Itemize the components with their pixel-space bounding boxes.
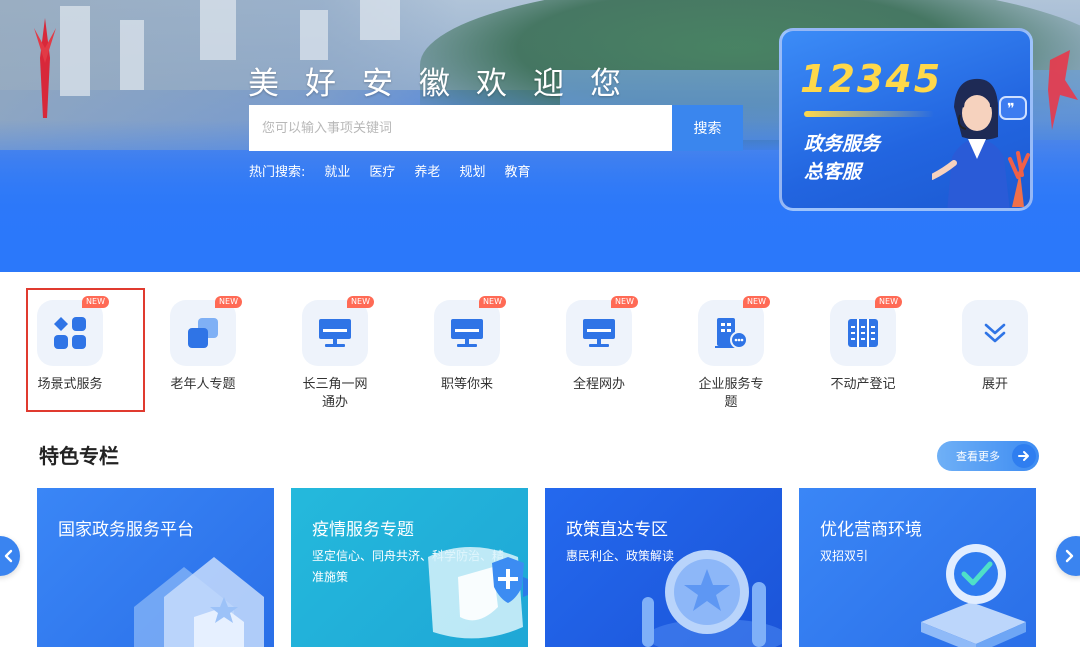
chevron-right-icon	[1065, 549, 1074, 563]
service-label: 企业服务专题	[685, 376, 777, 412]
card-national-platform[interactable]: 国家政务服务平台	[37, 488, 274, 647]
service-label-line1: 长三角一网	[302, 377, 368, 392]
hotline-number: 12345	[800, 57, 943, 101]
service-elderly[interactable]: NEW 老年人专题	[157, 296, 249, 394]
hero-building	[200, 0, 236, 60]
service-tile	[962, 300, 1028, 366]
new-badge: NEW	[743, 296, 770, 308]
service-label: 长三角一网 通办	[289, 376, 381, 412]
featured-section-title: 特色专栏	[39, 444, 119, 468]
search-input[interactable]	[249, 105, 672, 151]
new-badge: NEW	[347, 296, 374, 308]
view-more-button[interactable]: 查看更多	[937, 441, 1039, 471]
service-enterprise[interactable]: NEW 企业服务专题	[685, 296, 777, 412]
hot-keyword-elderly[interactable]: 养老	[414, 161, 440, 180]
service-label: 不动产登记	[830, 377, 896, 392]
service-label: 老年人专题	[170, 377, 236, 392]
service-tile: NEW	[830, 296, 902, 366]
hero-building	[360, 0, 400, 40]
hero-banner: 美好安徽欢迎您 搜索 热门搜索: 就业 医疗 养老 规划 教育 12345 政务…	[0, 0, 1080, 272]
hot-search-label: 热门搜索:	[249, 164, 306, 180]
service-label-line2: 题	[724, 395, 738, 410]
hotline-line1: 政务服务	[804, 133, 881, 155]
customer-service-agent-icon: ❞	[932, 78, 1030, 208]
carousel-prev-button[interactable]	[0, 536, 20, 576]
service-jobs[interactable]: NEW 职等你来	[421, 296, 513, 394]
service-tile: NEW	[170, 296, 242, 366]
monitor-icon	[451, 319, 483, 347]
search-bar: 搜索	[249, 105, 743, 151]
carousel-next-button[interactable]	[1056, 536, 1080, 576]
service-tile: NEW	[302, 296, 374, 366]
coin-star-illustration-icon	[642, 550, 782, 647]
new-badge: NEW	[875, 296, 902, 308]
service-label: 场景式服务	[37, 377, 103, 392]
building-chat-icon	[715, 318, 748, 349]
service-online[interactable]: NEW 全程网办	[553, 296, 645, 394]
new-badge: NEW	[479, 296, 506, 308]
badge-platform-illustration-icon	[921, 544, 1026, 647]
shield-mask-illustration-icon	[428, 547, 528, 639]
hot-keyword-education[interactable]: 教育	[504, 161, 530, 180]
hot-search: 热门搜索: 就业 医疗 养老 规划 教育	[249, 160, 549, 180]
card-policy[interactable]: 政策直达专区 惠民利企、政策解读	[545, 488, 782, 647]
service-tile: NEW	[37, 296, 109, 366]
new-badge: NEW	[611, 296, 638, 308]
service-tile: NEW	[434, 296, 506, 366]
hero-building	[300, 10, 328, 60]
arrow-right-icon	[1012, 444, 1036, 468]
hero-slogan: 美好安徽欢迎您	[248, 66, 647, 102]
red-sculpture-icon	[34, 18, 56, 118]
hot-keyword-medical[interactable]: 医疗	[369, 161, 395, 180]
double-chevron-down-icon	[984, 323, 1006, 343]
page: 美好安徽欢迎您 搜索 热门搜索: 就业 医疗 养老 规划 教育 12345 政务…	[0, 0, 1080, 647]
card-epidemic[interactable]: 疫情服务专题 坚定信心、同舟共济、科学防治、精准施策	[291, 488, 528, 647]
service-label: 全程网办	[572, 377, 625, 392]
service-label: 展开	[981, 377, 1008, 392]
new-badge: NEW	[82, 296, 109, 308]
ledger-icon	[848, 319, 878, 347]
hero-building	[120, 20, 144, 90]
service-label-line1: 企业服务专	[698, 377, 764, 392]
service-label: 职等你来	[440, 377, 493, 392]
view-more-label: 查看更多	[956, 450, 1000, 463]
chevron-left-icon	[4, 549, 13, 563]
service-scenario[interactable]: NEW 场景式服务	[24, 296, 116, 394]
expand-services-button[interactable]: 展开	[949, 300, 1041, 394]
service-label-line2: 通办	[321, 395, 348, 410]
hotline-line2: 总客服	[804, 161, 862, 183]
service-tile: NEW	[566, 296, 638, 366]
search-button[interactable]: 搜索	[672, 105, 743, 151]
hotline-swoosh	[804, 111, 934, 117]
service-tile: NEW	[698, 296, 770, 366]
hot-keyword-planning[interactable]: 规划	[459, 161, 485, 180]
svg-text:❞: ❞	[1007, 101, 1015, 117]
grid-apps-icon	[54, 317, 86, 349]
new-badge: NEW	[215, 296, 242, 308]
service-yangtze-delta[interactable]: NEW 长三角一网通办	[289, 296, 381, 412]
hot-keyword-employment[interactable]: 就业	[324, 161, 350, 180]
service-real-estate[interactable]: NEW 不动产登记	[817, 296, 909, 394]
hero-building	[60, 6, 90, 96]
house-illustration-icon	[134, 557, 264, 647]
hotline-card[interactable]: 12345 政务服务 总客服 ❞	[779, 28, 1033, 211]
card-business-environment[interactable]: 优化营商环境 双招双引	[799, 488, 1036, 647]
decorative-red-glyph-icon	[1048, 50, 1078, 130]
monitor-icon	[319, 319, 351, 347]
stacked-squares-icon	[188, 318, 218, 348]
monitor-icon	[583, 319, 615, 347]
